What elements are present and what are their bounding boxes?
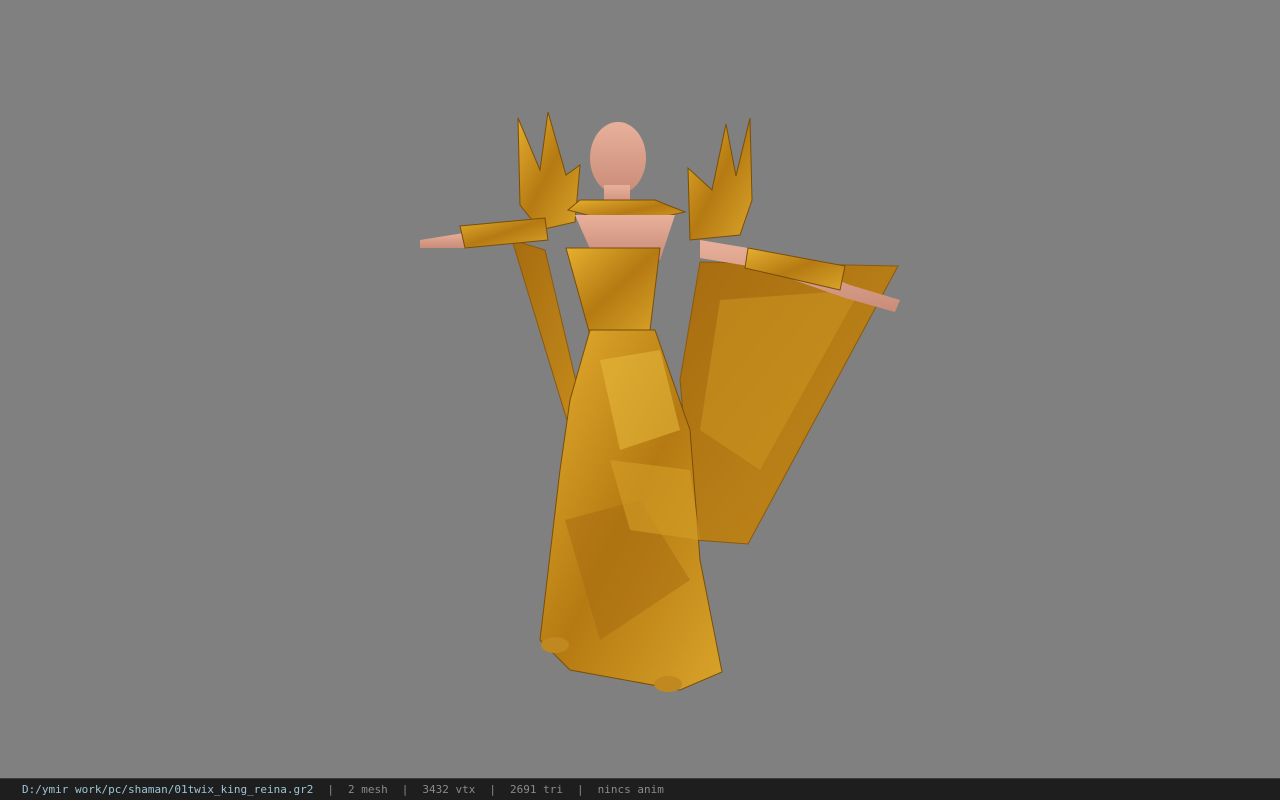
separator: | — [577, 783, 584, 796]
triangle-count: 2691 tri — [510, 783, 563, 796]
separator: | — [327, 783, 335, 796]
status-bar: D:/ymir work/pc/shaman/01twix_king_reina… — [0, 778, 1280, 800]
vertex-count: 3432 vtx — [422, 783, 476, 796]
model-viewport[interactable] — [0, 0, 1280, 778]
foot-right — [654, 676, 682, 692]
shoulder-spikes-right — [687, 117, 753, 241]
mesh-count: 2 mesh — [348, 783, 388, 796]
separator: | — [489, 783, 497, 796]
foot-left — [541, 637, 569, 653]
separator: | — [401, 783, 409, 796]
anim-status: nincs anim — [597, 783, 664, 796]
bracer-left — [459, 217, 549, 249]
head — [590, 122, 646, 194]
character-model[interactable] — [0, 0, 1280, 778]
shoulder-spikes-left — [517, 111, 581, 231]
file-path: D:/ymir work/pc/shaman/01twix_king_reina… — [22, 783, 314, 796]
bodice — [565, 247, 661, 336]
